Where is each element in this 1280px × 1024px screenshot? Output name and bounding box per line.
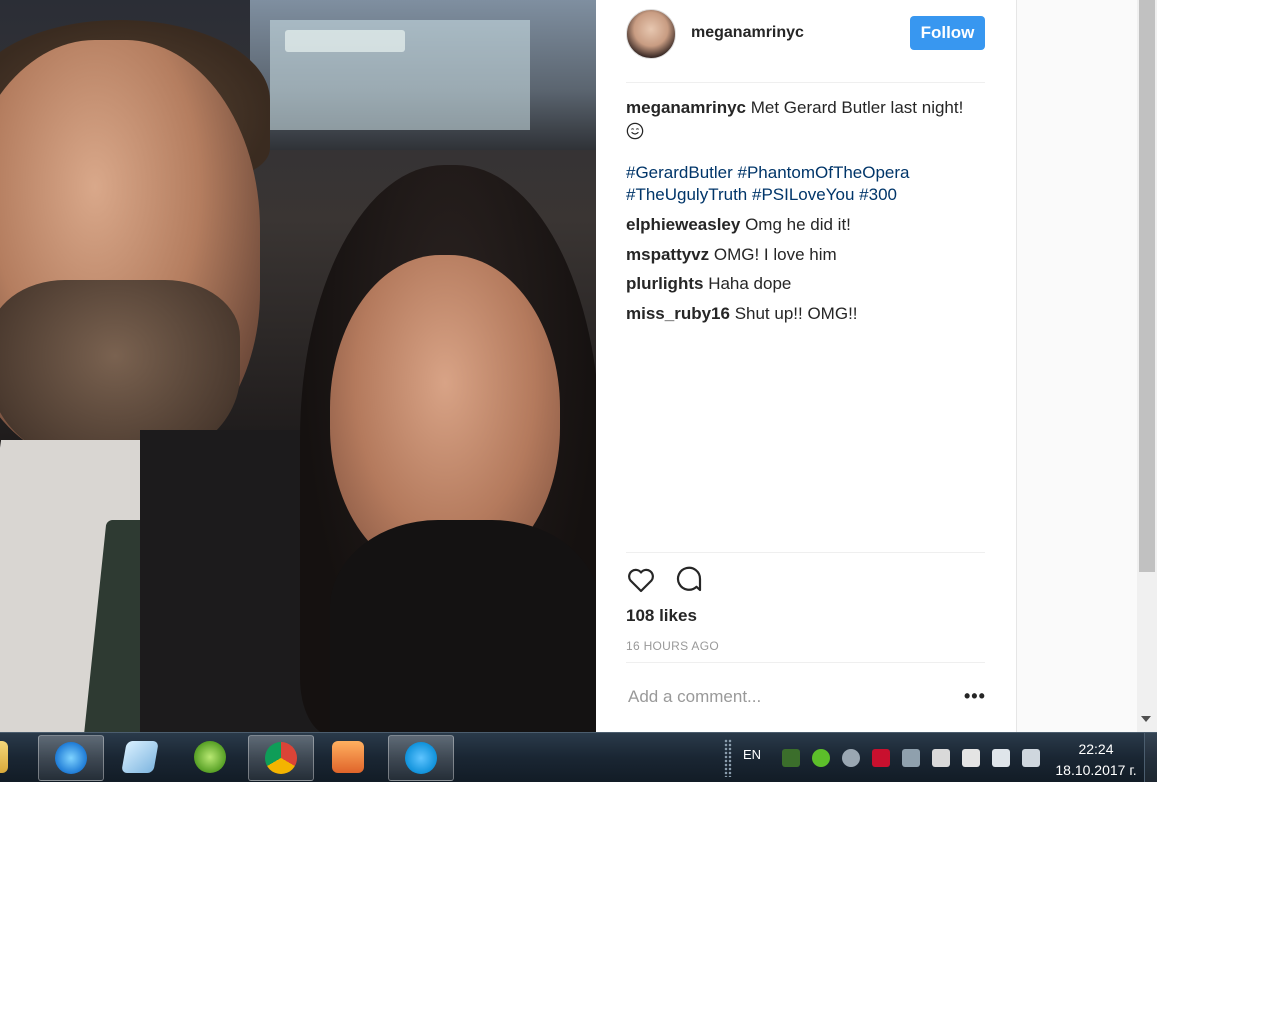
utorrent-icon xyxy=(194,741,226,773)
hashtag-link[interactable]: #TheUgulyTruth xyxy=(626,185,747,204)
comment-text: Omg he did it! xyxy=(745,215,851,234)
hashtag-link[interactable]: #PSILoveYou xyxy=(752,185,854,204)
avatar[interactable] xyxy=(626,9,676,59)
scroll-down-arrow-icon[interactable] xyxy=(1141,716,1151,722)
hashtags: #GerardButler #PhantomOfTheOpera #TheUgu… xyxy=(626,162,986,206)
kaspersky-tray-icon[interactable] xyxy=(932,749,950,767)
acrobat-tray-icon[interactable] xyxy=(872,749,890,767)
taskbar-file-explorer[interactable] xyxy=(0,735,24,779)
post-photo[interactable] xyxy=(0,0,596,732)
comment-text: OMG! I love him xyxy=(713,244,837,264)
caption-username[interactable]: meganamrinyc xyxy=(626,98,746,117)
file-explorer-icon xyxy=(0,741,8,773)
page-gutter xyxy=(1017,0,1137,732)
comment-username[interactable]: miss_ruby16 xyxy=(626,304,730,323)
more-options-button[interactable]: ••• xyxy=(964,686,986,707)
taskbar-notepad[interactable] xyxy=(108,735,172,779)
likes-count[interactable]: 108 likes xyxy=(626,606,697,626)
skype-icon xyxy=(405,742,437,774)
hashtag-link[interactable]: #300 xyxy=(859,185,897,204)
language-indicator[interactable]: EN xyxy=(743,747,761,762)
security-tray-icon[interactable] xyxy=(812,749,830,767)
post-timestamp[interactable]: 16 HOURS AGO xyxy=(626,639,719,653)
windows-taskbar: EN 22:24 18.10.2017 г. xyxy=(0,732,1158,782)
comment-bubble-icon[interactable] xyxy=(674,565,704,595)
caption-text: Met Gerard Butler last night! xyxy=(750,98,964,117)
smiling-face-emoji-icon xyxy=(626,122,644,139)
taskbar-internet-explorer[interactable] xyxy=(38,735,104,781)
post-author-username[interactable]: meganamrinyc xyxy=(691,24,804,42)
taskbar-grip[interactable] xyxy=(724,739,732,777)
heart-icon[interactable] xyxy=(626,565,656,595)
volume-icon[interactable] xyxy=(992,749,1010,767)
show-desktop-button[interactable] xyxy=(1144,733,1158,782)
hashtag-link[interactable]: #GerardButler xyxy=(626,163,733,182)
comment-row: mspattyvz OMG! I love him xyxy=(626,244,986,266)
comment-row: miss_ruby16 Shut up!! OMG!! xyxy=(626,303,986,325)
comment-text: Haha dope xyxy=(708,274,792,293)
comment-divider xyxy=(626,662,985,663)
internet-explorer-icon xyxy=(55,742,87,774)
header-divider xyxy=(626,82,985,83)
comment-username[interactable]: elphieweasley xyxy=(626,215,740,234)
comment-username[interactable]: mspattyvz xyxy=(626,245,709,264)
network-icon[interactable] xyxy=(1022,749,1040,767)
nvidia-tray-icon[interactable] xyxy=(782,749,800,767)
caption: meganamrinyc Met Gerard Butler last nigh… xyxy=(626,97,986,141)
taskbar-chrome[interactable] xyxy=(248,735,314,781)
taskbar-media-player[interactable] xyxy=(316,735,380,779)
comment-username[interactable]: plurlights xyxy=(626,274,703,293)
satellite-tray-icon[interactable] xyxy=(842,749,860,767)
comment-text: Shut up!! OMG!! xyxy=(734,303,858,323)
clock-date: 18.10.2017 г. xyxy=(1055,762,1137,778)
photo-woman-top xyxy=(330,520,596,732)
media-player-icon xyxy=(332,741,364,773)
scrollbar-thumb[interactable] xyxy=(1139,0,1155,572)
taskbar-skype[interactable] xyxy=(388,735,454,781)
notepad-icon xyxy=(121,741,159,773)
hashtag-link[interactable]: #PhantomOfTheOpera xyxy=(738,163,910,182)
comments-list: meganamrinyc Met Gerard Butler last nigh… xyxy=(626,97,986,332)
action-center-flag-icon[interactable] xyxy=(962,749,980,767)
post-side-panel: meganamrinyc Follow meganamrinyc Met Ger… xyxy=(596,0,1017,732)
taskbar-utorrent[interactable] xyxy=(178,735,242,779)
actions-divider xyxy=(626,552,985,553)
printer-tray-icon[interactable] xyxy=(902,749,920,767)
clock-time: 22:24 xyxy=(1078,741,1114,757)
photo-sign xyxy=(285,30,405,52)
chrome-icon xyxy=(265,742,297,774)
system-clock[interactable]: 22:24 18.10.2017 г. xyxy=(1050,739,1142,781)
post-actions xyxy=(626,565,718,597)
comment-row: elphieweasley Omg he did it! xyxy=(626,214,986,236)
add-comment-input[interactable] xyxy=(626,686,930,708)
follow-button[interactable]: Follow xyxy=(910,16,985,50)
comment-row: plurlights Haha dope xyxy=(626,273,986,295)
